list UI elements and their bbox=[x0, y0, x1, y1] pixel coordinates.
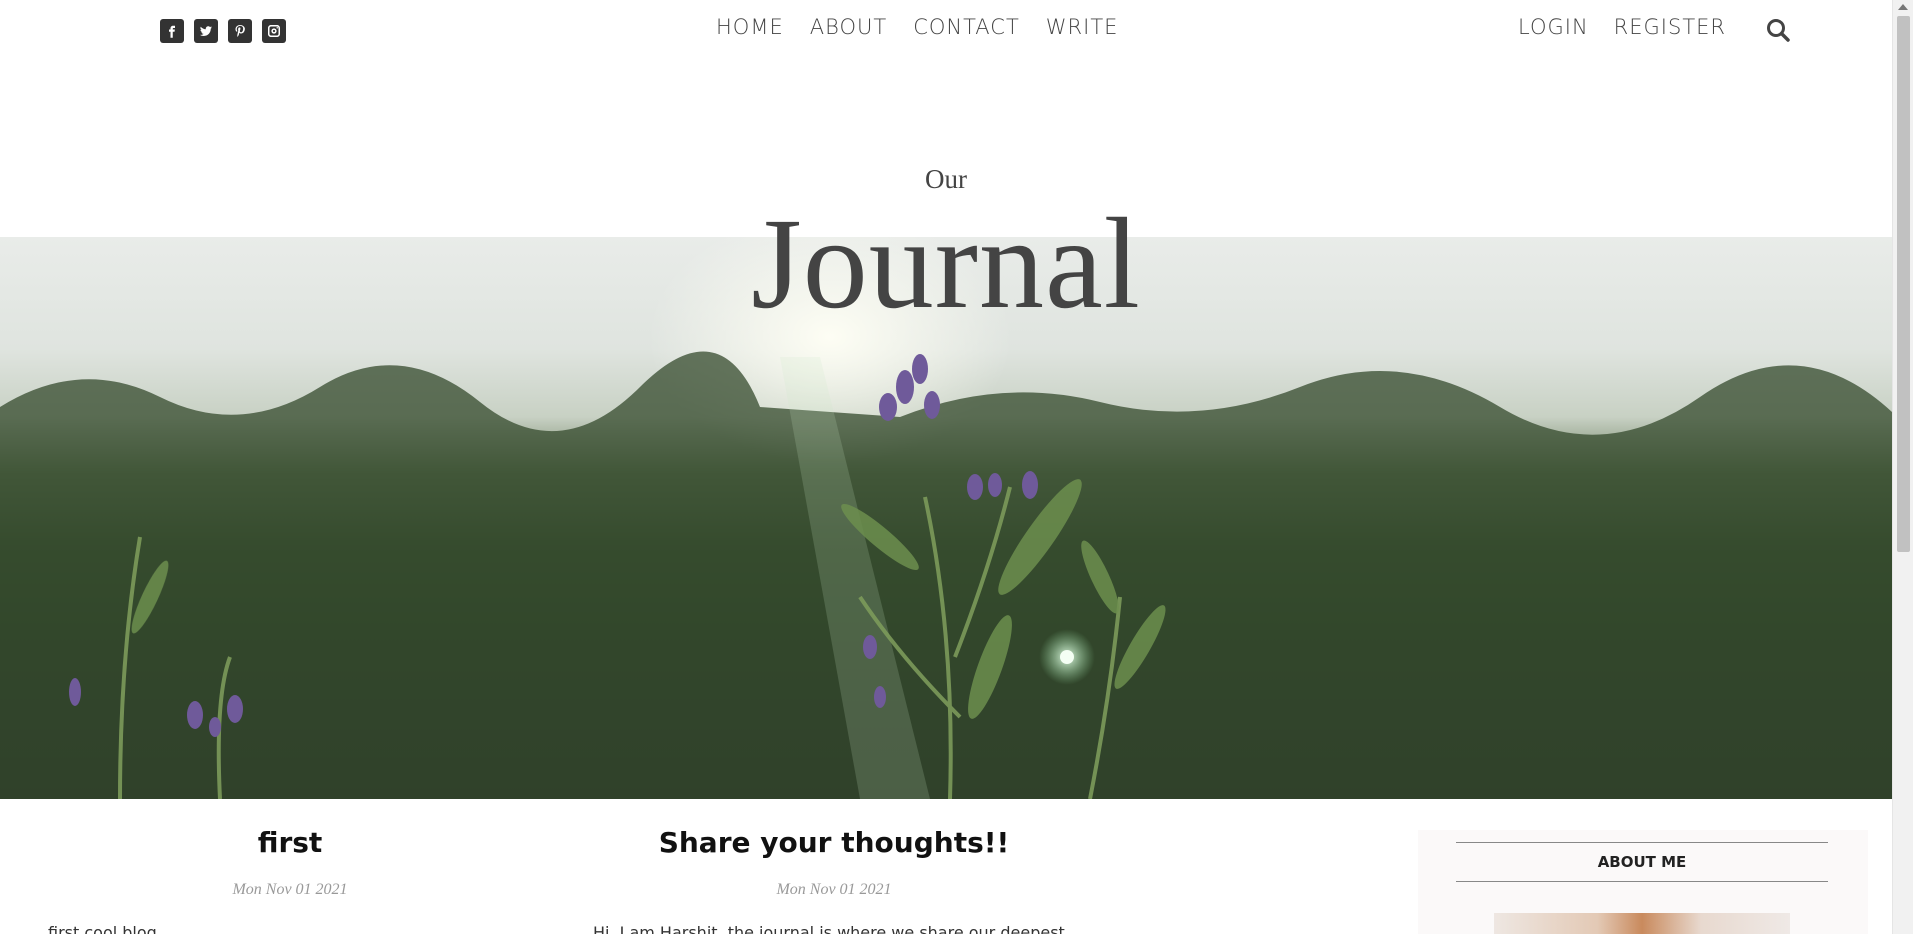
scroll-up-arrow-icon[interactable] bbox=[1898, 4, 1908, 10]
hero-subtitle: Our bbox=[925, 164, 967, 194]
main-nav: HOME ABOUT CONTACT WRITE bbox=[716, 15, 1118, 39]
twitter-icon[interactable] bbox=[194, 19, 218, 43]
sidebar-title: ABOUT ME bbox=[1456, 842, 1828, 882]
search-icon[interactable] bbox=[1765, 17, 1791, 43]
vertical-scrollbar[interactable] bbox=[1892, 0, 1913, 934]
login-link[interactable]: LOGIN bbox=[1518, 15, 1589, 39]
post-date: Mon Nov 01 2021 bbox=[232, 881, 348, 898]
instagram-icon[interactable] bbox=[262, 19, 286, 43]
post-card[interactable]: Share your thoughts!! Mon Nov 01 2021 bbox=[584, 826, 1084, 899]
social-links bbox=[160, 19, 286, 43]
post-date: Mon Nov 01 2021 bbox=[776, 881, 892, 898]
nav-home[interactable]: HOME bbox=[716, 15, 784, 39]
register-link[interactable]: REGISTER bbox=[1614, 15, 1726, 39]
pinterest-icon[interactable] bbox=[228, 19, 252, 43]
post-title[interactable]: Share your thoughts!! bbox=[584, 826, 1084, 859]
post-excerpt: Hi, I am Harshit, the journal is where w… bbox=[593, 923, 1065, 934]
scroll-thumb[interactable] bbox=[1897, 16, 1910, 552]
post-card[interactable]: first Mon Nov 01 2021 bbox=[40, 826, 540, 899]
nav-write[interactable]: WRITE bbox=[1046, 15, 1119, 39]
nav-about[interactable]: ABOUT bbox=[810, 15, 887, 39]
top-navbar: HOME ABOUT CONTACT WRITE LOGIN REGISTER bbox=[0, 0, 1892, 60]
nav-contact[interactable]: CONTACT bbox=[913, 15, 1020, 39]
sidebar-about-me: ABOUT ME bbox=[1418, 830, 1868, 934]
about-me-image bbox=[1494, 913, 1790, 934]
post-title[interactable]: first bbox=[40, 826, 540, 859]
post-excerpt: first cool blog bbox=[48, 923, 157, 934]
hero-heading: Our Journal bbox=[0, 164, 1892, 329]
auth-links: LOGIN REGISTER bbox=[1518, 15, 1726, 39]
hero-title: Journal bbox=[751, 192, 1141, 336]
facebook-icon[interactable] bbox=[160, 19, 184, 43]
